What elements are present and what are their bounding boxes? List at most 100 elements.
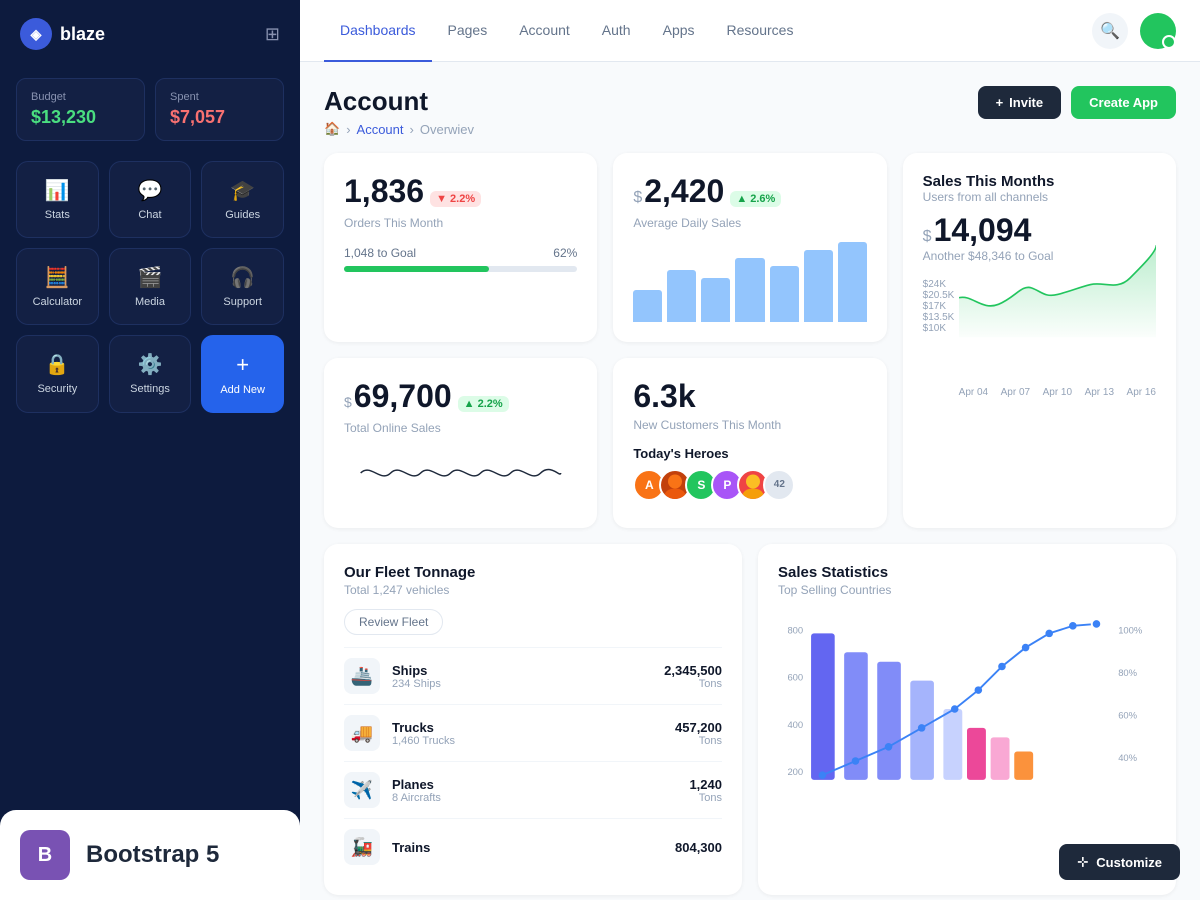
squiggle-chart	[344, 443, 577, 503]
calculator-label: Calculator	[33, 296, 83, 308]
sales-month-prefix: $	[923, 228, 932, 246]
heroes-section: Today's Heroes A S P 42	[633, 446, 866, 501]
ships-sub: 234 Ships	[392, 678, 652, 690]
daily-sales-prefix: $	[633, 189, 642, 207]
sidebar-item-support[interactable]: 🎧 Support	[201, 248, 284, 325]
content-area: Account 🏠 › Account › Overwiev + Invite …	[300, 62, 1200, 900]
heroes-title: Today's Heroes	[633, 446, 866, 461]
orders-value-row: 1,836 ▼ 2.2%	[344, 173, 577, 214]
customize-icon: ⊹	[1077, 854, 1088, 870]
goal-text: 1,048 to Goal	[344, 246, 416, 260]
sidebar-item-media[interactable]: 🎬 Media	[109, 248, 192, 325]
tab-account[interactable]: Account	[503, 0, 586, 62]
sidebar-item-chat[interactable]: 💬 Chat	[109, 161, 192, 238]
sales-stats-chart: 800 600 400 200 100% 80% 60% 40%	[778, 609, 1156, 809]
sidebar-item-add-new[interactable]: + Add New	[201, 335, 284, 413]
svg-text:800: 800	[787, 625, 803, 636]
guides-label: Guides	[225, 209, 260, 221]
search-button[interactable]: 🔍	[1092, 13, 1128, 49]
bar-4	[735, 258, 764, 322]
daily-sales-label: Average Daily Sales	[633, 216, 866, 230]
trucks-amount: 457,200	[675, 720, 722, 735]
stats-grid: 1,836 ▼ 2.2% Orders This Month 1,048 to …	[324, 153, 1176, 528]
logo-icon: ◈	[20, 18, 52, 50]
daily-sales-card: $ 2,420 ▲ 2.6% Average Daily Sales	[613, 153, 886, 342]
planes-icon: ✈️	[344, 772, 380, 808]
customers-value: 6.3k	[633, 378, 695, 414]
content-header: Account 🏠 › Account › Overwiev + Invite …	[324, 86, 1176, 137]
sidebar-item-stats[interactable]: 📊 Stats	[16, 161, 99, 238]
topnav-items: Dashboards Pages Account Auth Apps Resou…	[324, 0, 809, 62]
sidebar: ◈ blaze ⊞ Budget $13,230 Spent $7,057 📊 …	[0, 0, 300, 900]
breadcrumb: 🏠 › Account › Overwiev	[324, 121, 474, 137]
sidebar-item-security[interactable]: 🔒 Security	[16, 335, 99, 413]
orders-value: 1,836	[344, 173, 424, 210]
guides-icon: 🎓	[230, 178, 255, 203]
sidebar-item-calculator[interactable]: 🧮 Calculator	[16, 248, 99, 325]
budget-cards: Budget $13,230 Spent $7,057	[0, 68, 300, 151]
daily-sales-value: 2,420	[644, 173, 724, 210]
trains-icon: 🚂	[344, 829, 380, 865]
tab-pages[interactable]: Pages	[432, 0, 504, 62]
ships-unit: Tons	[664, 678, 722, 690]
bootstrap-card: B Bootstrap 5	[0, 810, 300, 900]
trucks-icon: 🚚	[344, 715, 380, 751]
ships-name: Ships	[392, 663, 652, 678]
chart-y-labels: $24K $20.5K $17K $13.5K $10K	[923, 275, 1156, 338]
customize-button[interactable]: ⊹ Customize	[1059, 844, 1180, 880]
sales-stats-title: Sales Statistics	[778, 564, 1156, 581]
breadcrumb-account[interactable]: Account	[357, 122, 404, 137]
tab-resources[interactable]: Resources	[711, 0, 810, 62]
svg-text:600: 600	[787, 673, 803, 684]
sidebar-item-guides[interactable]: 🎓 Guides	[201, 161, 284, 238]
topnav: Dashboards Pages Account Auth Apps Resou…	[300, 0, 1200, 62]
sidebar-item-settings[interactable]: ⚙️ Settings	[109, 335, 192, 413]
chart-x-labels: Apr 04 Apr 07 Apr 10 Apr 13 Apr 16	[959, 387, 1156, 398]
planes-unit: Tons	[689, 792, 722, 804]
bar-3	[701, 278, 730, 322]
mini-bar-chart	[633, 242, 866, 322]
svg-text:40%: 40%	[1118, 753, 1137, 764]
sales-chart-container: $24K $20.5K $17K $13.5K $10K	[923, 275, 1156, 398]
budget-card: Budget $13,230	[16, 78, 145, 141]
invite-button[interactable]: + Invite	[978, 86, 1062, 119]
stats-label: Stats	[45, 209, 70, 221]
budget-value: $13,230	[31, 107, 130, 128]
fleet-title: Our Fleet Tonnage	[344, 564, 722, 581]
bar-1	[633, 290, 662, 322]
bottom-grid: Our Fleet Tonnage Total 1,247 vehicles R…	[324, 544, 1176, 895]
fleet-row-planes: ✈️ Planes 8 Aircrafts 1,240 Tons	[344, 761, 722, 818]
fleet-sub: Total 1,247 vehicles	[344, 583, 722, 597]
support-label: Support	[223, 296, 262, 308]
breadcrumb-current: Overwiev	[420, 122, 474, 137]
bootstrap-logo: B	[20, 830, 70, 880]
trains-name: Trains	[392, 840, 663, 855]
sales-stats-sub: Top Selling Countries	[778, 583, 1156, 597]
chat-label: Chat	[138, 209, 161, 221]
user-avatar[interactable]	[1140, 13, 1176, 49]
fleet-row-trucks: 🚚 Trucks 1,460 Trucks 457,200 Tons	[344, 704, 722, 761]
stats-icon: 📊	[45, 178, 70, 203]
invite-plus-icon: +	[996, 95, 1004, 110]
bar-7	[838, 242, 867, 322]
sidebar-header: ◈ blaze ⊞	[0, 0, 300, 68]
menu-icon[interactable]: ⊞	[265, 24, 280, 45]
planes-amount: 1,240	[689, 777, 722, 792]
goal-bar-bg	[344, 266, 577, 272]
tab-auth[interactable]: Auth	[586, 0, 647, 62]
add-icon: +	[236, 352, 249, 378]
support-icon: 🎧	[230, 265, 255, 290]
tab-dashboards[interactable]: Dashboards	[324, 0, 432, 62]
review-fleet-button[interactable]: Review Fleet	[344, 609, 443, 635]
sales-stats-card: Sales Statistics Top Selling Countries 8…	[758, 544, 1176, 895]
create-app-button[interactable]: Create App	[1071, 86, 1176, 119]
bootstrap-text: Bootstrap 5	[86, 841, 219, 869]
svg-text:400: 400	[787, 720, 803, 731]
svg-text:200: 200	[787, 767, 803, 778]
settings-label: Settings	[130, 383, 170, 395]
trucks-name: Trucks	[392, 720, 663, 735]
trains-amount: 804,300	[675, 840, 722, 855]
tab-apps[interactable]: Apps	[647, 0, 711, 62]
bar-2	[667, 270, 696, 322]
customers-card: 6.3k New Customers This Month Today's He…	[613, 358, 886, 528]
